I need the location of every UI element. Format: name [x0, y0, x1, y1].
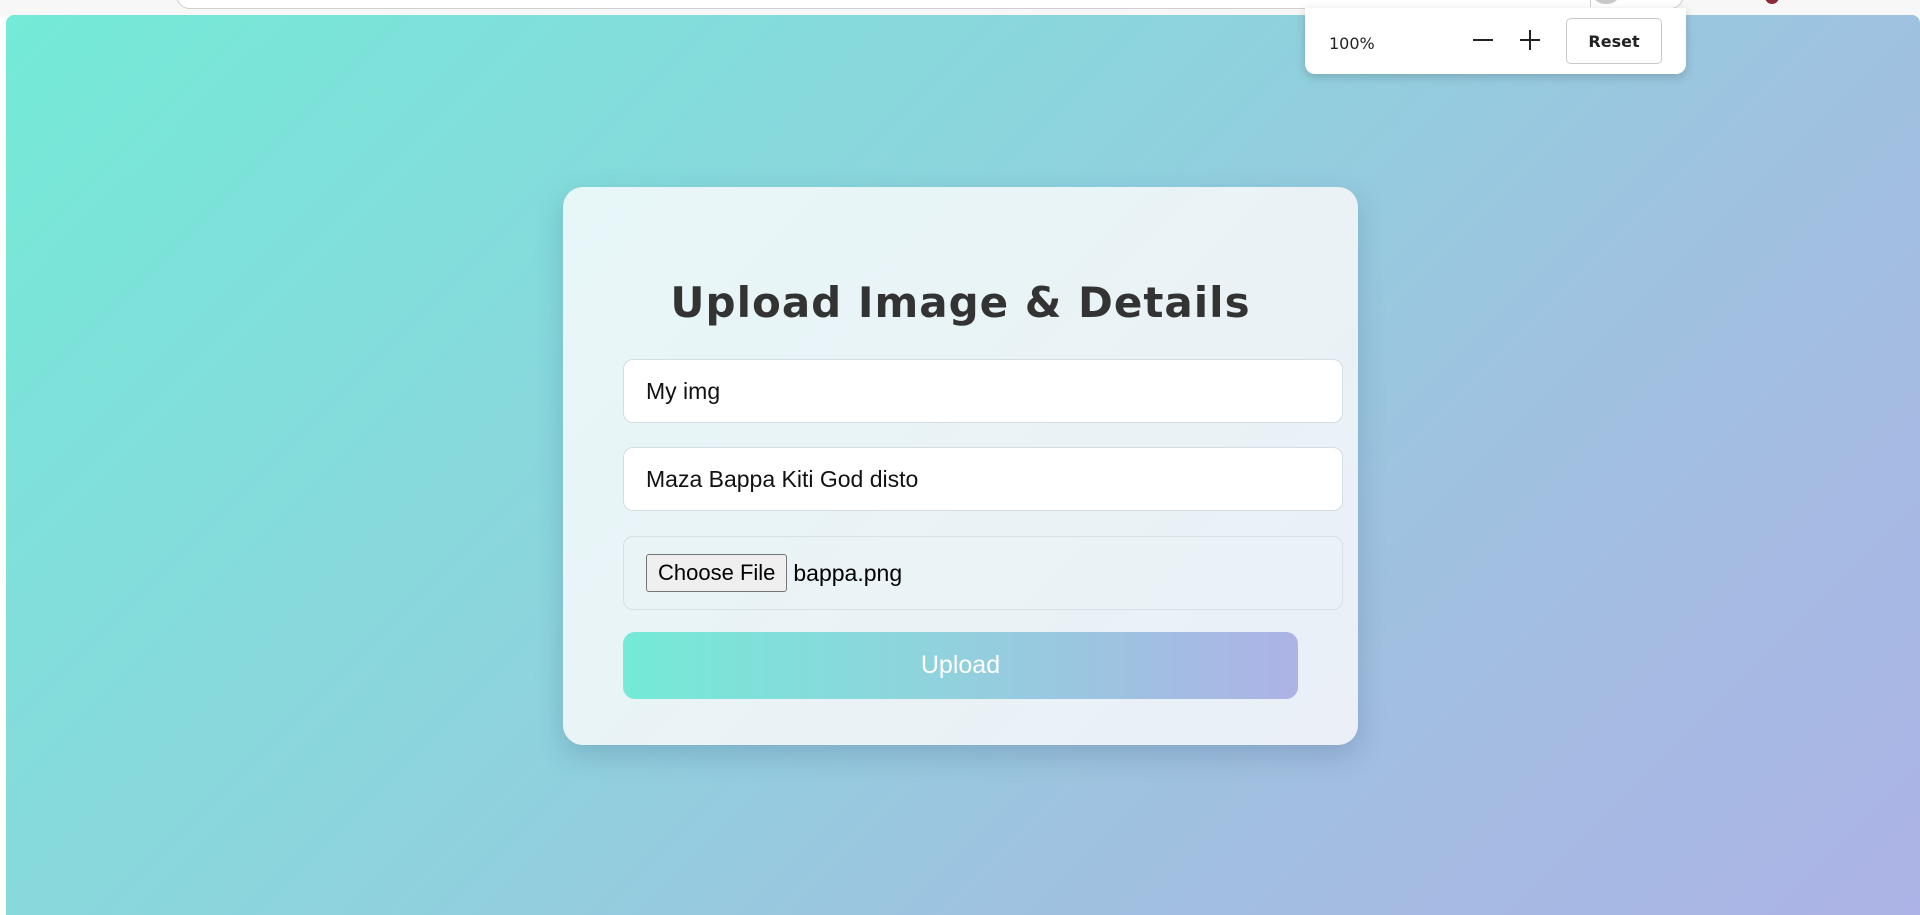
minus-icon[interactable] — [1467, 24, 1499, 56]
selected-file-name: bappa.png — [793, 559, 903, 586]
page-viewport: Upload Image & Details Choose File bappa… — [6, 15, 1920, 915]
description-input[interactable] — [623, 447, 1343, 511]
profile-avatar[interactable] — [1765, 0, 1779, 4]
file-input[interactable]: Choose File bappa.png — [623, 536, 1343, 610]
plus-icon[interactable] — [1514, 24, 1546, 56]
choose-file-button[interactable]: Choose File — [646, 554, 788, 592]
page-title: Upload Image & Details — [670, 278, 1251, 327]
title-input[interactable] — [623, 359, 1343, 423]
upload-card: Upload Image & Details Choose File bappa… — [563, 187, 1358, 745]
upload-button[interactable]: Upload — [623, 632, 1298, 699]
zoom-level: 100% — [1329, 34, 1375, 53]
address-bar-divider — [1590, 0, 1591, 7]
zoom-reset-button[interactable]: Reset — [1566, 18, 1662, 64]
zoom-popup: 100% Reset — [1305, 8, 1686, 74]
